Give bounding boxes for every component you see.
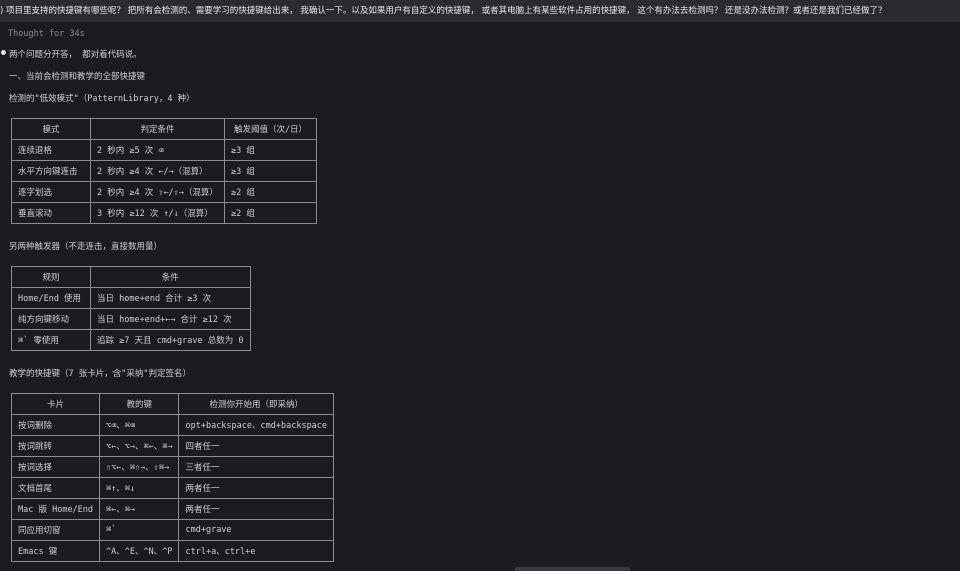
- table-cell: ⌥←、⌥→、⌘←、⌘→: [99, 435, 180, 457]
- header-cell: 卡片: [10, 393, 101, 415]
- table-row: 按词选择 ⇧⌥←、⌘⇧→、⇧⌘→ 三者任一: [10, 456, 335, 478]
- table-cell: opt+backspace、cmd+backspace: [178, 414, 335, 436]
- bottom-scroll-indicator[interactable]: [515, 567, 630, 571]
- subheading-cards: 教学的快捷键（7 张卡片，含"采纳"判定签名）: [9, 369, 191, 379]
- table-cell: Mac 版 Home/End: [10, 498, 101, 520]
- table-row: ⌘` 零使用 追踪 ≥7 天且 cmd+grave 总数为 0: [11, 329, 251, 351]
- table-row: 逐字划选 2 秒内 ≥4 次 ⇧←/⇧→（混算） ≥2 组: [11, 181, 317, 203]
- table-cell: 同应用切窗: [10, 519, 101, 541]
- table-cell: 两者任一: [178, 477, 335, 499]
- section-heading: 一、当前会检测和教学的全部快捷键: [9, 72, 146, 82]
- table-cell: 当日 home+end 合计 ≥3 次: [90, 287, 251, 309]
- table-cell: ⌥⌫、⌘⌫: [99, 414, 180, 436]
- header-cell: 规则: [11, 266, 91, 288]
- table-cell: ≥3 组: [224, 139, 317, 161]
- table-cell: Home/End 使用: [11, 287, 91, 309]
- table-cell: ⌘` 零使用: [11, 329, 91, 351]
- subheading-modes: 检测的"低效模式"（PatternLibrary，4 种）: [9, 94, 195, 104]
- table-row: 按词删除 ⌥⌫、⌘⌫ opt+backspace、cmd+backspace: [10, 414, 335, 436]
- table-row: 垂直滚动 3 秒内 ≥12 次 ↑/↓（混算） ≥2 组: [11, 202, 317, 224]
- table-cell: 按词删除: [10, 414, 101, 436]
- table-row: 同应用切窗 ⌘` cmd+grave: [10, 519, 335, 541]
- header-cell: 检测你开始用（即采纳）: [178, 393, 335, 415]
- table-cell: ⇧⌥←、⌘⇧→、⇧⌘→: [99, 456, 180, 478]
- table-cards: 卡片 教的键 检测你开始用（即采纳） 按词删除 ⌥⌫、⌘⌫ opt+backsp…: [10, 393, 335, 562]
- table-row: 按词跳转 ⌥←、⌥→、⌘←、⌘→ 四者任一: [10, 435, 335, 457]
- table-cell: 三者任一: [178, 456, 335, 478]
- table-cell: ≥2 组: [224, 181, 317, 203]
- table-row: 连续退格 2 秒内 ≥5 次 ⌫ ≥3 组: [11, 139, 317, 161]
- table-cell: ≥3 组: [224, 160, 317, 182]
- header-cell: 判定条件: [90, 118, 225, 140]
- table-cell: Emacs 键: [10, 540, 101, 562]
- table-header-row: 规则 条件: [11, 266, 251, 288]
- table-rules: 规则 条件 Home/End 使用 当日 home+end 合计 ≥3 次 纯方…: [11, 266, 251, 351]
- table-cell: 水平方向键连击: [11, 160, 91, 182]
- table-row: 文档首尾 ⌘↑、⌘↓ 两者任一: [10, 477, 335, 499]
- header-cell: 条件: [90, 266, 251, 288]
- table-cell: ⌘↑、⌘↓: [99, 477, 180, 499]
- table-row: Home/End 使用 当日 home+end 合计 ≥3 次: [11, 287, 251, 309]
- table-cell: 垂直滚动: [11, 202, 91, 224]
- table-cell: 按词跳转: [10, 435, 101, 457]
- table-cell: 追踪 ≥7 天且 cmd+grave 总数为 0: [90, 329, 251, 351]
- table-patterns: 模式 判定条件 触发阈值（次/日） 连续退格 2 秒内 ≥5 次 ⌫ ≥3 组 …: [11, 118, 317, 224]
- bullet-dot-icon: [1, 50, 6, 55]
- table-row: Mac 版 Home/End ⌘←、⌘→ 两者任一: [10, 498, 335, 520]
- table-cell: 3 秒内 ≥12 次 ↑/↓（混算）: [90, 202, 225, 224]
- table-cell: 当日 home+end+←→ 合计 ≥12 次: [90, 308, 251, 330]
- header-cell: 触发阈值（次/日）: [224, 118, 317, 140]
- subheading-rules: 另两种触发器（不走连击，直接数用量）: [9, 242, 163, 252]
- table-header-row: 卡片 教的键 检测你开始用（即采纳）: [10, 393, 335, 415]
- table-row: 纯方向键移动 当日 home+end+←→ 合计 ≥12 次: [11, 308, 251, 330]
- table-cell: 两者任一: [178, 498, 335, 520]
- table-cell: ^A、^E、^N、^P: [99, 540, 180, 562]
- header-cell: 模式: [11, 118, 91, 140]
- table-cell: ≥2 组: [224, 202, 317, 224]
- table-cell: 2 秒内 ≥4 次 ←/→（混算）: [90, 160, 225, 182]
- user-message: ) 项目里支持的快捷键有哪些呢？ 把所有会检测的、需要学习的快捷键给出来， 我确…: [0, 0, 960, 22]
- table-cell: ⌘←、⌘→: [99, 498, 180, 520]
- table-cell: 逐字划选: [11, 181, 91, 203]
- table-cell: 纯方向键移动: [11, 308, 91, 330]
- table-header-row: 模式 判定条件 触发阈值（次/日）: [11, 118, 317, 140]
- table-cell: 四者任一: [178, 435, 335, 457]
- header-cell: 教的键: [99, 393, 180, 415]
- table-cell: 按词选择: [10, 456, 101, 478]
- table-cell: ctrl+a、ctrl+e: [178, 540, 335, 562]
- table-row: Emacs 键 ^A、^E、^N、^P ctrl+a、ctrl+e: [10, 540, 335, 562]
- table-cell: 连续退格: [11, 139, 91, 161]
- table-cell: 文档首尾: [10, 477, 101, 499]
- table-row: 水平方向键连击 2 秒内 ≥4 次 ←/→（混算） ≥3 组: [11, 160, 317, 182]
- answer-intro: 两个问题分开答， 都对着代码说。: [9, 50, 142, 60]
- thought-duration[interactable]: Thought for 34s: [8, 29, 85, 39]
- table-cell: ⌘`: [99, 519, 180, 541]
- table-cell: cmd+grave: [178, 519, 335, 541]
- table-cell: 2 秒内 ≥4 次 ⇧←/⇧→（混算）: [90, 181, 225, 203]
- table-cell: 2 秒内 ≥5 次 ⌫: [90, 139, 225, 161]
